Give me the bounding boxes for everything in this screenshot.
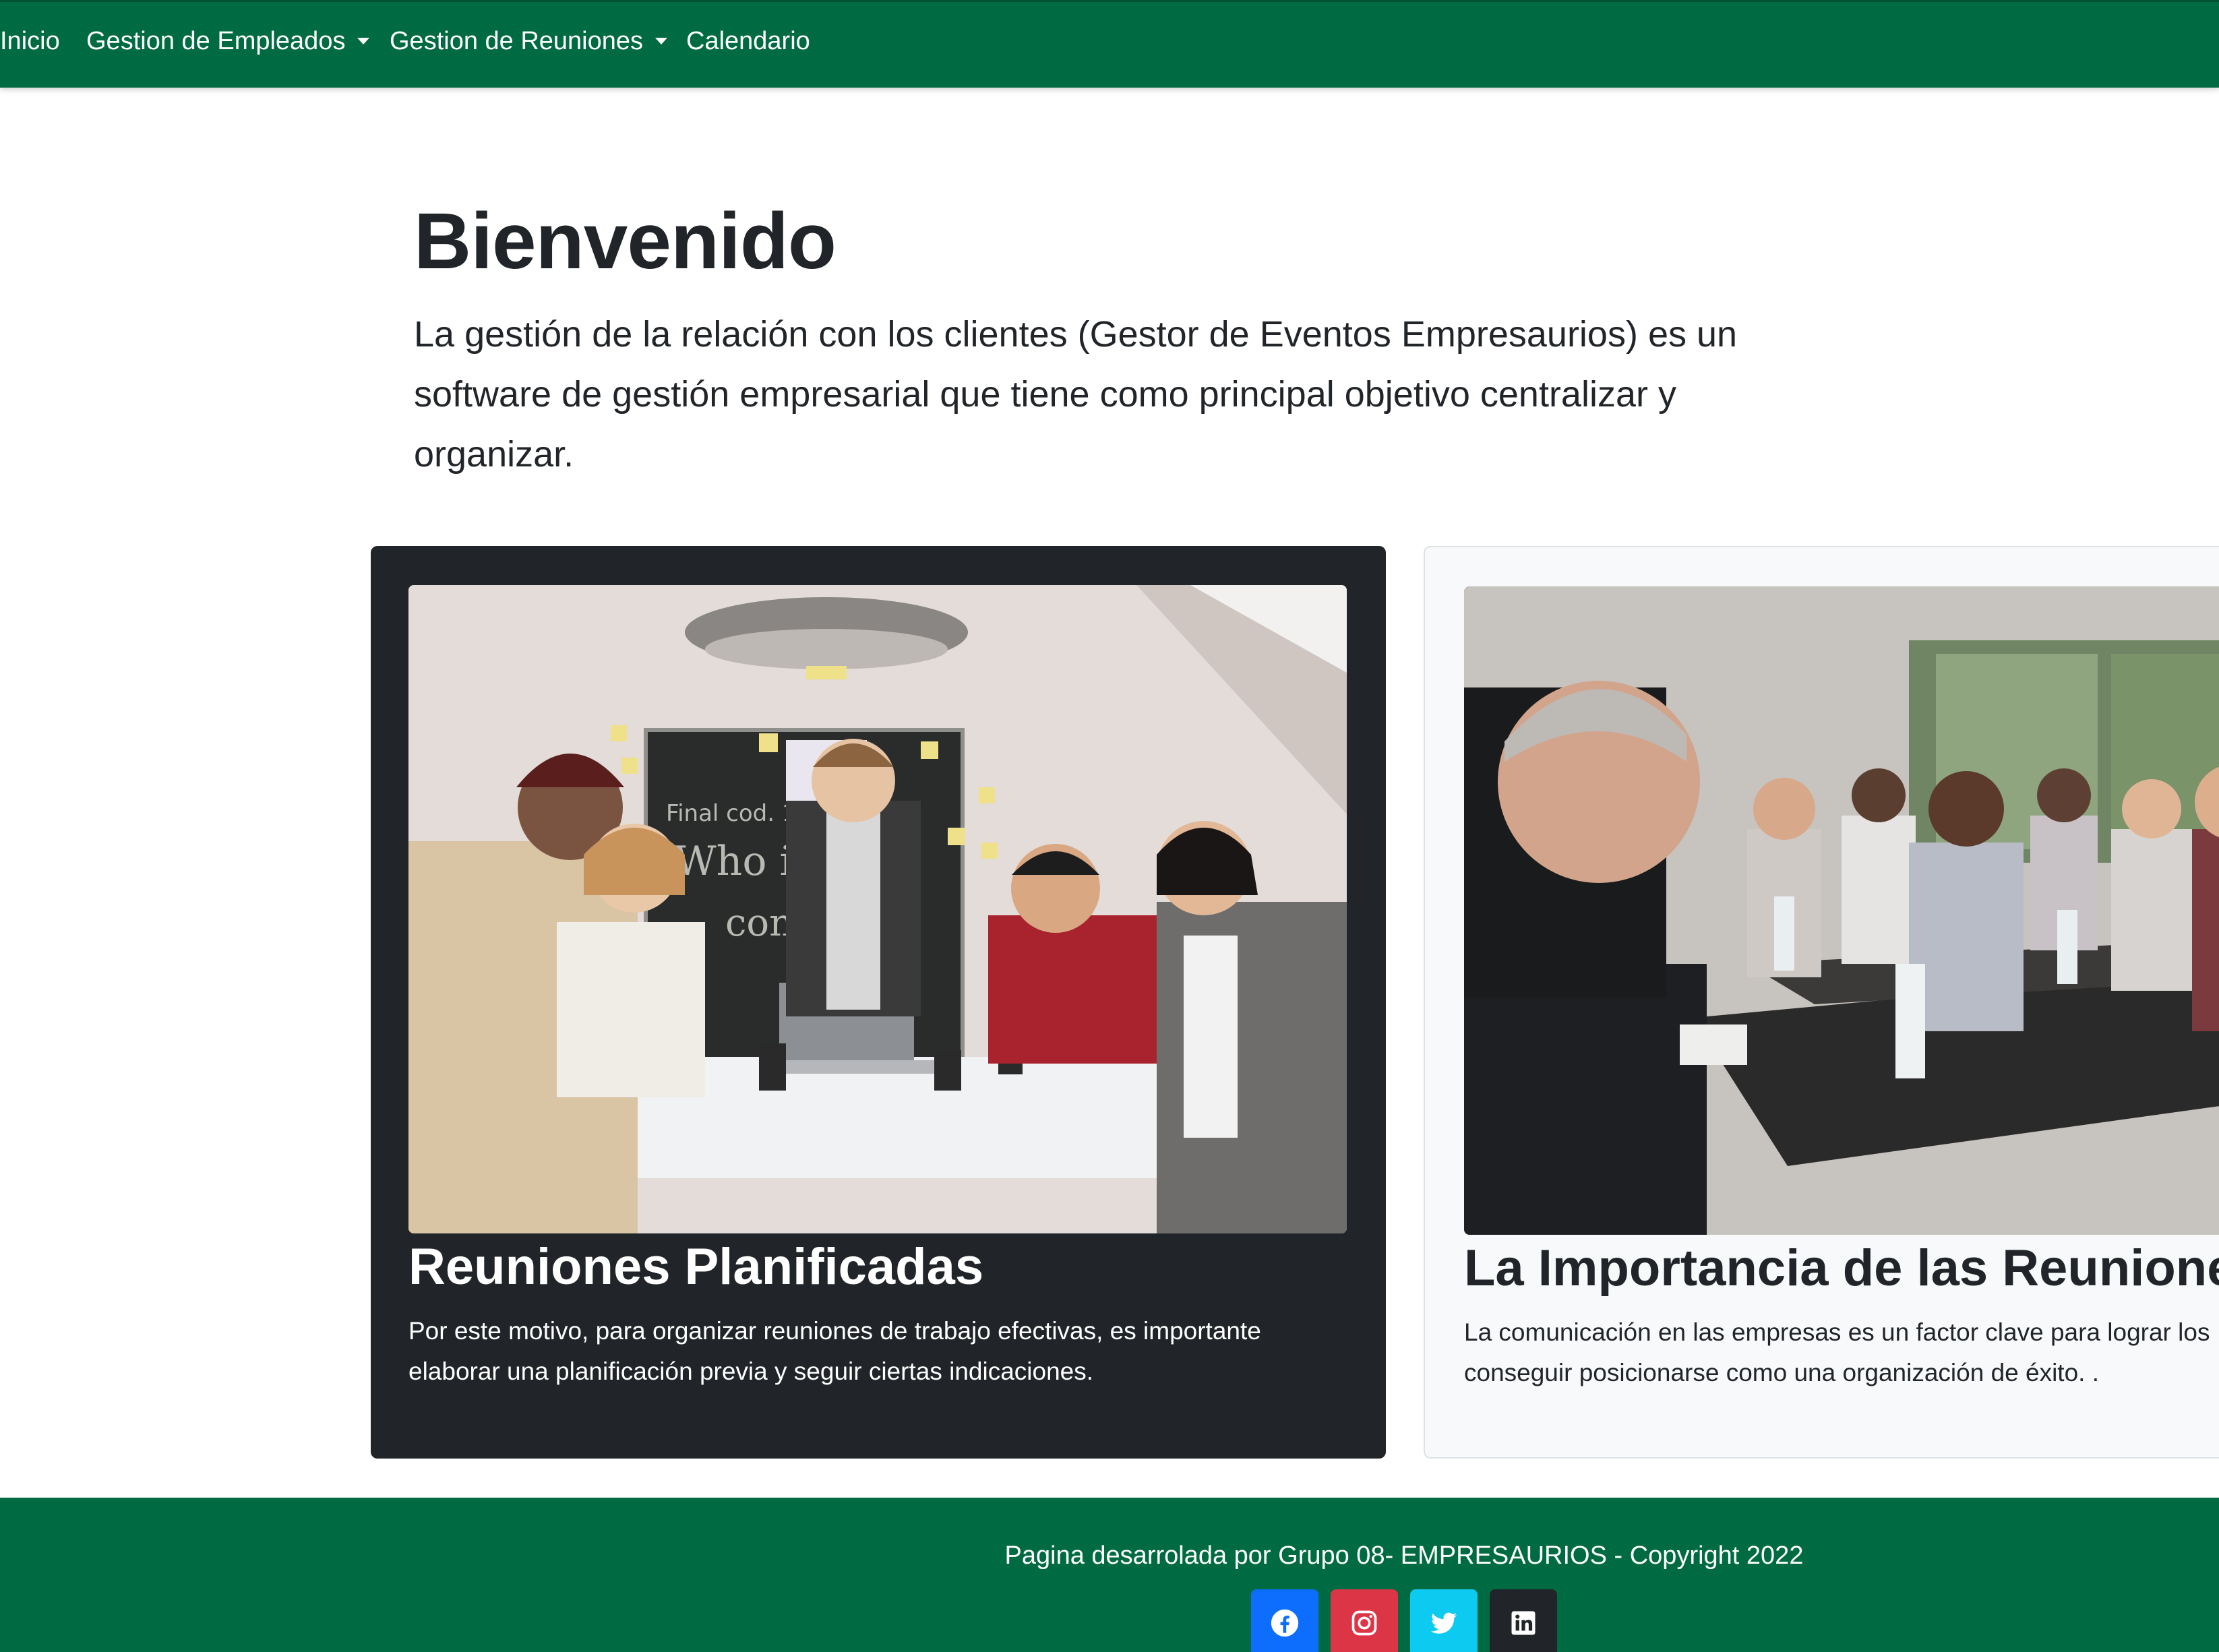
conference-audience-photo [1464,586,2219,1235]
instagram-button[interactable] [1331,1589,1398,1652]
footer-copyright: Pagina desarrolada por Grupo 08- EMPRESA… [1004,1541,1804,1570]
linkedin-icon [1511,1611,1536,1635]
nav-item-calendario[interactable]: Calendario [686,22,810,60]
twitter-icon [1430,1612,1457,1634]
card-text-line: conseguir posicionarse como una organiza… [1464,1359,2100,1386]
twitter-button[interactable] [1410,1589,1478,1652]
svg-text:con: con [725,901,793,945]
nav-item-label: Gestion de Reuniones [390,26,644,55]
card-title: La Importancia de las Reuniones [1464,1240,2219,1297]
dropdown-caret-icon [357,38,370,44]
top-navbar: Inicio Gestion de Empleados Gestion de R… [0,0,2219,88]
card-importancia-reuniones: La Importancia de las Reuniones La comun… [1424,546,2219,1459]
hero-lead-text: La gestión de la relación con los client… [414,314,1738,475]
card-text: Por este motivo, para organizar reunione… [408,1317,1261,1385]
linkedin-button[interactable] [1490,1589,1557,1652]
page: Inicio Gestion de Empleados Gestion de R… [0,0,2219,1652]
team-meeting-photo: Final cod. 1353 Who is con [408,585,1347,1233]
nav-item-gestion-reuniones[interactable]: Gestion de Reuniones [390,22,668,60]
nav-item-label: Inicio [0,26,60,55]
nav-item-label: Gestion de Empleados [86,26,346,55]
nav-item-gestion-empleados[interactable]: Gestion de Empleados [86,22,370,60]
card-text: La comunicación en las empresas es un fa… [1464,1312,2210,1393]
facebook-icon [1271,1609,1299,1637]
nav-item-inicio[interactable]: Inicio [0,22,60,60]
card-reuniones-planificadas: Final cod. 1353 Who is con Reuniones Pla… [371,546,1386,1459]
card-title: Reuniones Planificadas [408,1238,984,1295]
card-text-line: La comunicación en las empresas es un fa… [1464,1318,2210,1346]
page-title: Bienvenido [414,197,837,286]
nav-item-label: Calendario [686,26,810,55]
footer: Pagina desarrolada por Grupo 08- EMPRESA… [0,1498,2219,1652]
dropdown-caret-icon [655,38,668,44]
instagram-icon [1351,1610,1377,1636]
facebook-button[interactable] [1251,1589,1318,1652]
